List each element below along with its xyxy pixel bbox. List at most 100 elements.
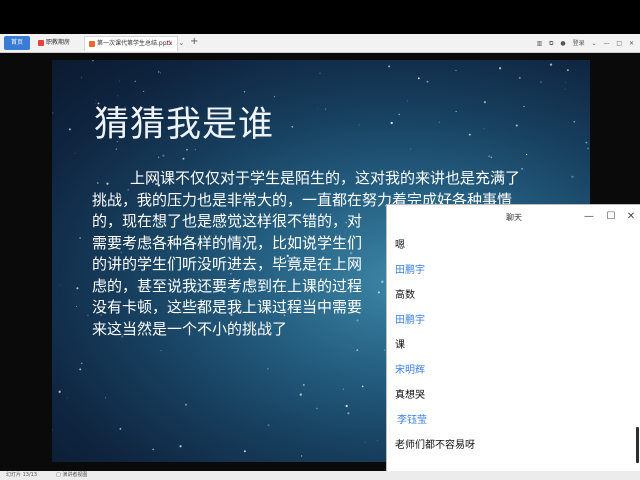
tab-course[interactable]: 职教期房	[34, 36, 84, 50]
star	[407, 100, 408, 102]
star	[587, 147, 589, 150]
chat-scrollbar[interactable]	[636, 427, 639, 463]
browser-right-toolbar: ▥ ⧉ ● 登录 ⌄ — □ ✕	[532, 38, 634, 50]
star	[361, 385, 364, 388]
star	[347, 412, 350, 415]
star	[345, 404, 348, 408]
star	[291, 125, 294, 128]
star	[455, 69, 457, 72]
star	[186, 148, 188, 151]
chat-sender-name[interactable]: 田鹏宇	[395, 258, 631, 283]
star	[549, 63, 553, 66]
chat-sender-name[interactable]: 田鹏宇	[395, 308, 631, 333]
ppt-favicon-icon	[89, 40, 95, 47]
star	[273, 96, 275, 98]
star	[267, 424, 270, 427]
chat-maximize-button[interactable]: ☐	[605, 211, 617, 223]
star	[573, 120, 576, 123]
star	[438, 121, 440, 123]
star	[585, 141, 588, 144]
star	[388, 65, 391, 68]
star	[75, 306, 77, 307]
warning-icon[interactable]: ⚠	[166, 36, 176, 50]
presenter-view-toggle[interactable]: □ 演讲者视图	[56, 471, 87, 480]
star	[143, 90, 145, 92]
star	[398, 113, 400, 116]
chat-titlebar[interactable]: 聊天 — ☐ ✕	[387, 205, 640, 231]
star	[194, 149, 196, 151]
star	[315, 407, 318, 410]
star	[157, 71, 160, 73]
chat-window[interactable]: 聊天 — ☐ ✕ 嗯 田鹏宇 高数 田鹏宇 课 宋明辉 真想哭 李钰莹 老师们都…	[386, 204, 640, 473]
star	[59, 284, 61, 286]
star	[525, 153, 528, 156]
chat-sender-name[interactable]: 宋明辉	[395, 358, 631, 383]
chat-message-text: 高数	[395, 290, 415, 301]
star	[390, 121, 393, 125]
top-black-bar	[0, 0, 640, 34]
star	[162, 154, 165, 157]
star	[498, 67, 502, 70]
star	[564, 88, 566, 90]
star	[243, 91, 246, 93]
star	[92, 60, 94, 62]
add-tab-button[interactable]: +	[190, 35, 200, 49]
star	[358, 124, 360, 126]
star	[488, 155, 491, 158]
star	[74, 152, 76, 154]
star	[302, 383, 305, 386]
star	[267, 368, 269, 370]
star	[160, 72, 162, 74]
browser-close-button[interactable]: ✕	[629, 40, 634, 47]
star	[160, 350, 162, 352]
browser-maximize-button[interactable]: □	[616, 40, 622, 47]
star	[342, 388, 345, 390]
tab-presentation-label: 第一次课代第学生总结.pptx	[97, 40, 173, 47]
star	[523, 106, 525, 108]
star	[87, 314, 89, 317]
star	[66, 397, 68, 399]
star	[81, 362, 83, 364]
star	[179, 445, 182, 448]
star	[317, 108, 319, 110]
star	[319, 72, 321, 74]
star	[52, 429, 53, 431]
menu-chevron-icon[interactable]: ⌄	[592, 40, 597, 47]
chat-close-button[interactable]: ✕	[625, 211, 637, 223]
chat-sender-name[interactable]: 李钰莹	[395, 408, 631, 433]
star	[364, 441, 366, 443]
status-bar: 幻灯片 13/13 □ 演讲者视图	[0, 471, 640, 480]
star	[377, 439, 378, 441]
tab-presentation[interactable]: 第一次课代第学生总结.pptx	[84, 36, 178, 51]
star	[455, 110, 457, 113]
star	[490, 156, 493, 158]
star	[68, 128, 71, 131]
chat-minimize-button[interactable]: —	[583, 211, 595, 223]
chevron-down-icon[interactable]: ⌄	[178, 36, 186, 50]
slide-title: 猜猜我是谁	[94, 105, 275, 145]
course-favicon-icon	[38, 39, 44, 46]
layout-icon[interactable]: ▥	[537, 40, 543, 47]
star	[384, 349, 386, 351]
star	[104, 397, 107, 399]
chat-message-list[interactable]: 嗯 田鹏宇 高数 田鹏宇 课 宋明辉 真想哭 李钰莹 老师们都不容易呀	[395, 233, 631, 458]
star	[182, 157, 185, 160]
window-icon[interactable]: ⧉	[549, 40, 553, 47]
star	[417, 77, 420, 80]
login-link[interactable]: 登录	[573, 40, 585, 47]
slide-body-line: 上网课不仅仅对于学生是陌生的，这对我的来讲也是充满了	[130, 169, 521, 187]
star	[566, 69, 569, 72]
star	[483, 100, 487, 104]
star	[300, 455, 303, 457]
star	[483, 128, 485, 130]
chat-message-text: 嗯	[395, 240, 405, 251]
tab-course-label: 职教期房	[46, 39, 71, 46]
browser-minimize-button[interactable]: —	[603, 40, 609, 47]
star	[184, 403, 188, 406]
star	[356, 349, 359, 351]
star	[115, 148, 117, 150]
star	[518, 76, 521, 79]
tab-home[interactable]: 首页	[4, 36, 30, 50]
user-avatar-icon[interactable]: ●	[560, 40, 565, 47]
star	[426, 80, 429, 83]
